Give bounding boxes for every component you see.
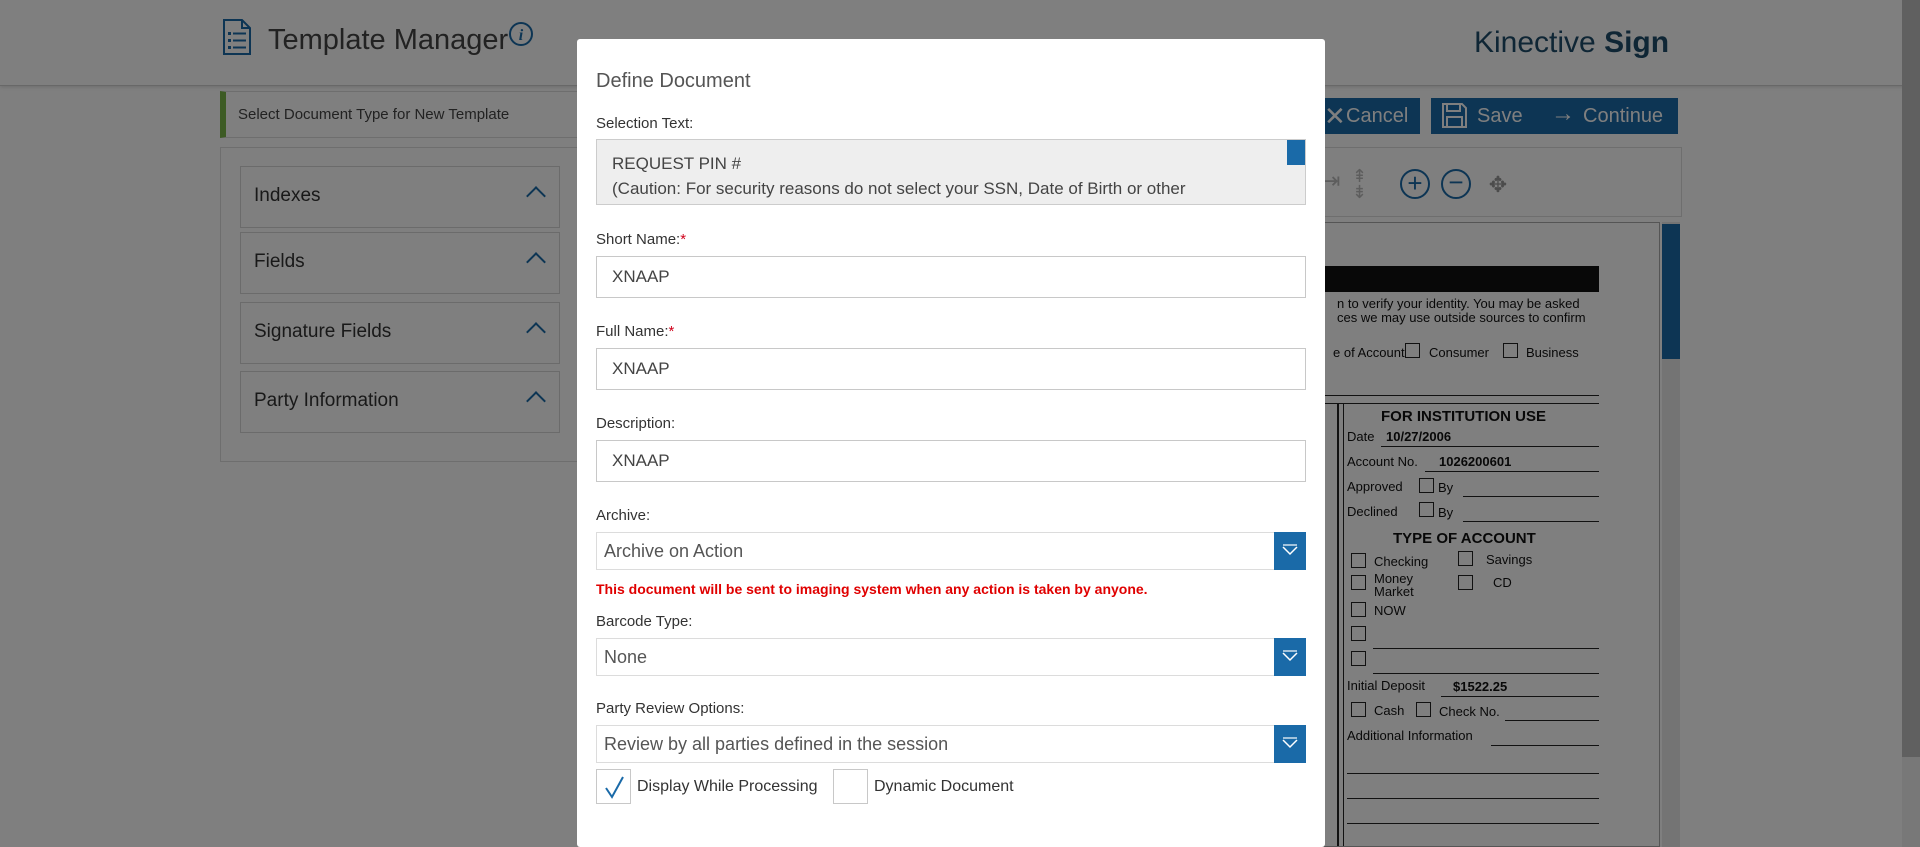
full-name-label: Full Name:*: [596, 323, 675, 340]
dynamic-document-checkbox[interactable]: [833, 769, 868, 804]
dropdown-arrow-icon[interactable]: [1274, 725, 1306, 763]
description-label: Description:: [596, 415, 676, 432]
party-review-label: Party Review Options:: [596, 700, 745, 717]
dialog-title: Define Document: [596, 70, 751, 92]
party-review-value: Review by all parties defined in the ses…: [604, 734, 949, 754]
barcode-type-label: Barcode Type:: [596, 613, 693, 630]
archive-label: Archive:: [596, 507, 651, 524]
selection-text-label: Selection Text:: [596, 115, 694, 132]
full-name-input[interactable]: XNAAP: [596, 348, 1306, 390]
dropdown-arrow-icon[interactable]: [1274, 532, 1306, 570]
dynamic-document-label: Dynamic Document: [874, 778, 1014, 795]
archive-warning: This document will be sent to imaging sy…: [596, 581, 1148, 597]
display-while-processing-checkbox[interactable]: [596, 769, 631, 804]
barcode-type-select[interactable]: None: [596, 638, 1306, 676]
short-name-input[interactable]: XNAAP: [596, 256, 1306, 298]
selection-scroll-thumb[interactable]: [1287, 140, 1305, 165]
barcode-type-value: None: [604, 647, 648, 667]
selection-text: REQUEST PIN # (Caution: For security rea…: [612, 154, 1186, 198]
display-while-processing-label: Display While Processing: [637, 778, 818, 795]
dropdown-arrow-icon[interactable]: [1274, 638, 1306, 676]
party-review-select[interactable]: Review by all parties defined in the ses…: [596, 725, 1306, 763]
archive-select[interactable]: Archive on Action: [596, 532, 1306, 570]
short-name-label: Short Name:*: [596, 231, 687, 248]
archive-value: Archive on Action: [604, 541, 744, 561]
checkmark-icon: [605, 776, 624, 799]
description-input[interactable]: XNAAP: [596, 440, 1306, 482]
selection-text-box[interactable]: REQUEST PIN # (Caution: For security rea…: [596, 139, 1306, 205]
